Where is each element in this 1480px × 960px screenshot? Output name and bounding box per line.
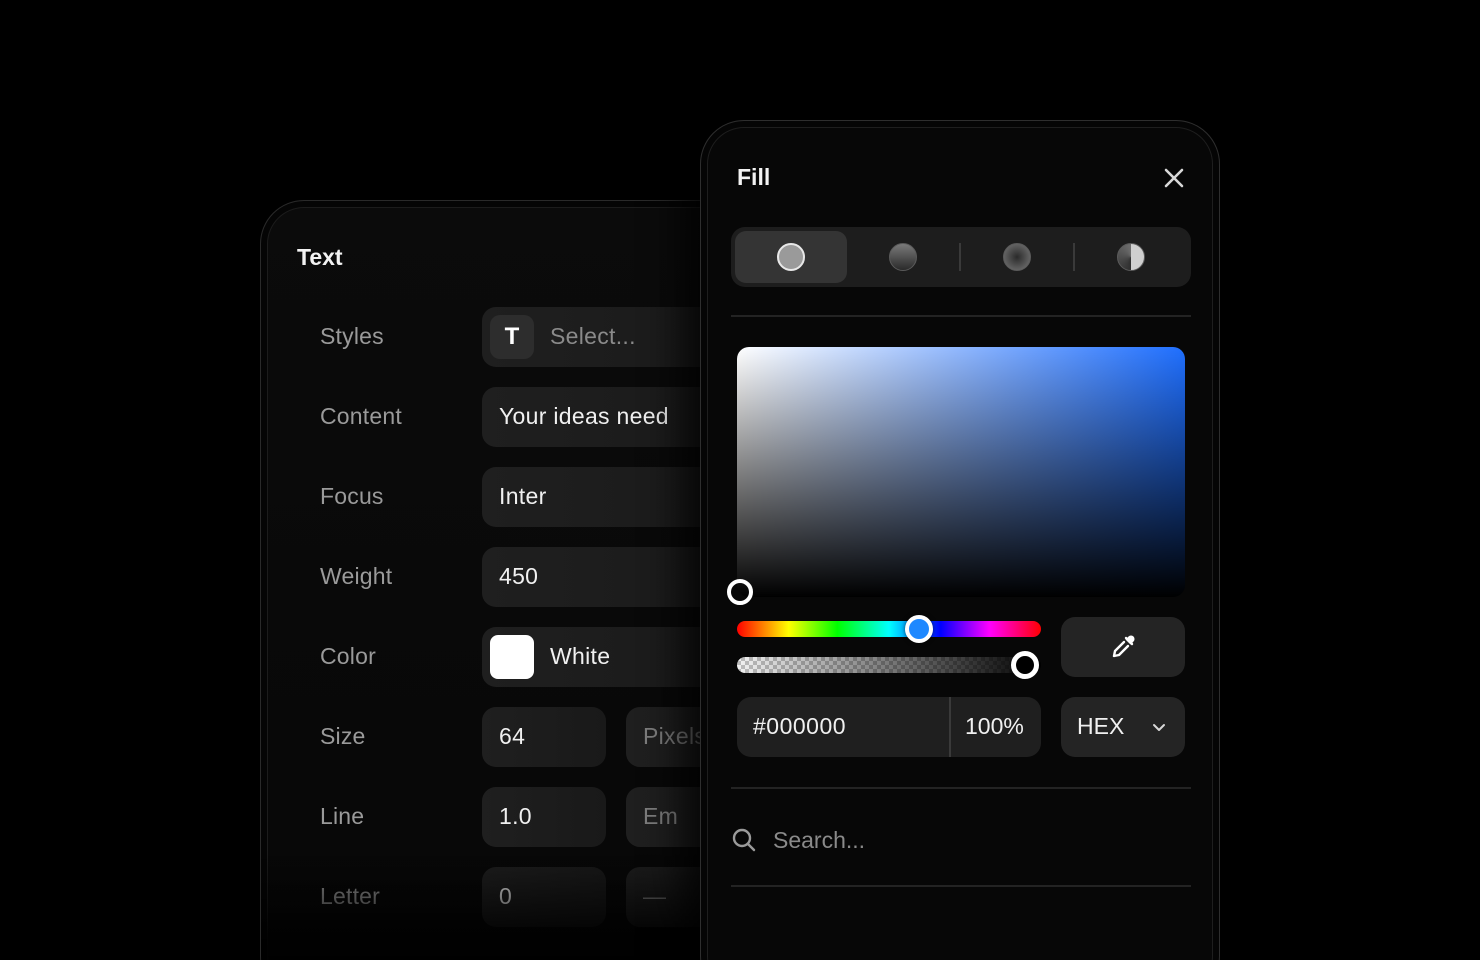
search-input[interactable] [773, 821, 1173, 859]
radial-gradient-icon [1003, 243, 1031, 271]
close-icon[interactable] [1161, 165, 1187, 191]
divider [731, 885, 1191, 887]
eyedropper-icon [1112, 635, 1135, 658]
color-value-input[interactable]: #000000 100% [737, 697, 1041, 757]
opacity-slider-handle[interactable] [1011, 651, 1039, 679]
size-label: Size [320, 723, 366, 749]
content-label: Content [320, 403, 402, 429]
size-field[interactable]: 64 [482, 707, 606, 767]
weight-label: Weight [320, 563, 393, 589]
size-unit: Pixels [643, 723, 707, 749]
color-value: White [550, 643, 611, 669]
hex-value[interactable]: #000000 [753, 713, 846, 740]
saturation-brightness-picker[interactable] [737, 347, 1185, 597]
fill-panel: Fill #000000 100% HEX Search... [700, 120, 1220, 960]
divider [731, 315, 1191, 317]
linear-gradient-icon [889, 243, 917, 271]
letter-label: Letter [320, 883, 381, 909]
solid-fill-icon [777, 243, 805, 271]
line-height-field[interactable]: 1.0 [482, 787, 606, 847]
content-value: Your ideas need [499, 403, 669, 429]
size-value: 64 [499, 723, 526, 749]
fill-type-selector [731, 227, 1191, 287]
divider [731, 787, 1191, 789]
line-label: Line [320, 803, 365, 829]
color-format-label: HEX [1077, 713, 1125, 739]
line-unit: Em [643, 803, 679, 829]
fill-type-radial[interactable] [961, 231, 1073, 283]
hue-slider-handle[interactable] [905, 615, 933, 643]
opacity-slider[interactable] [737, 657, 1041, 673]
styles-label: Styles [320, 323, 384, 349]
line-value: 1.0 [499, 803, 532, 829]
color-swatch[interactable] [490, 635, 534, 679]
fill-type-angular[interactable] [1075, 231, 1187, 283]
fill-type-linear[interactable] [847, 231, 959, 283]
picker-handle[interactable] [727, 579, 753, 605]
letter-spacing-field[interactable]: 0 [482, 867, 606, 927]
text-panel-title: Text [297, 244, 343, 270]
letter-value: 0 [499, 883, 513, 909]
letter-unit: — [643, 883, 667, 909]
fill-panel-title: Fill [737, 164, 771, 190]
hue-slider[interactable] [737, 621, 1041, 637]
search-icon [732, 828, 756, 852]
text-style-icon: T [490, 315, 534, 359]
opacity-value[interactable]: 100% [965, 713, 1024, 740]
focus-value: Inter [499, 483, 547, 509]
eyedropper-button[interactable] [1061, 617, 1185, 677]
color-format-select[interactable]: HEX [1061, 697, 1185, 757]
chevron-down-icon [1153, 724, 1165, 731]
fill-type-solid[interactable] [735, 231, 847, 283]
color-label: Color [320, 643, 376, 669]
hex-opacity-separator [949, 697, 951, 757]
focus-label: Focus [320, 483, 384, 509]
styles-placeholder: Select... [550, 323, 636, 349]
weight-value: 450 [499, 563, 539, 589]
angular-gradient-icon [1117, 243, 1145, 271]
